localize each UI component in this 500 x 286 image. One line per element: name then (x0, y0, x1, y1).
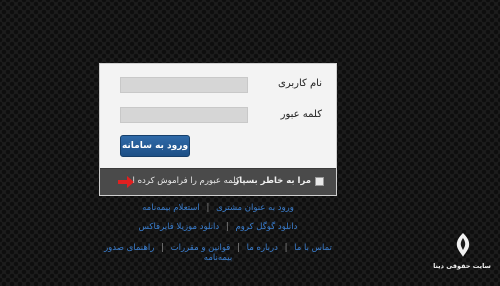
red-right-arrow-icon (118, 176, 134, 188)
download-chrome-link[interactable]: دانلود گوگل کروم (235, 222, 297, 232)
about-us-link[interactable]: درباره ما (247, 243, 278, 253)
options-bar: مرا به خاطر بسپار کلمه عبورم را فراموش ک… (100, 168, 336, 195)
link-separator: | (206, 203, 210, 213)
rules-link[interactable]: قوانین و مقررات (171, 243, 231, 253)
password-label: کلمه عبور (280, 109, 322, 120)
download-firefox-link[interactable]: دانلود موزیلا فایرفاکس (139, 222, 220, 232)
link-separator: | (161, 243, 164, 253)
remember-label: مرا به خاطر بسپار (234, 176, 311, 186)
link-separator: | (284, 243, 288, 253)
links-row-3: تماس با ما | درباره ما | قوانین و مقررات… (99, 243, 337, 263)
remember-checkbox[interactable] (315, 176, 324, 186)
remember-me[interactable]: مرا به خاطر بسپار (234, 176, 324, 186)
customer-login-link[interactable]: ورود به عنوان مشتری (216, 203, 294, 213)
dina-logo-icon (456, 233, 470, 257)
watermark-text: سایت حقوقی دینا (433, 262, 491, 270)
watermark-logo: سایت حقوقی دینا (432, 232, 492, 282)
username-label: نام کاربری (278, 78, 322, 89)
forgot-password-link[interactable]: کلمه عبورم را فراموش کرده ام (127, 176, 240, 186)
page-background: { "login": { "username_label": "نام کارب… (0, 0, 500, 286)
policy-inquiry-link[interactable]: استعلام بیمه‌نامه (142, 203, 200, 213)
link-separator: | (237, 243, 240, 253)
username-input[interactable] (120, 77, 248, 93)
links-row-2: دانلود گوگل کروم | دانلود موزیلا فایرفاک… (99, 222, 337, 232)
password-input[interactable] (120, 107, 248, 123)
login-panel: نام کاربری کلمه عبور ورود به سامانه مرا … (99, 63, 337, 196)
contact-us-link[interactable]: تماس با ما (294, 243, 332, 253)
link-separator: | (225, 222, 229, 232)
links-row-1: ورود به عنوان مشتری | استعلام بیمه‌نامه (99, 203, 337, 213)
login-button[interactable]: ورود به سامانه (120, 135, 190, 157)
